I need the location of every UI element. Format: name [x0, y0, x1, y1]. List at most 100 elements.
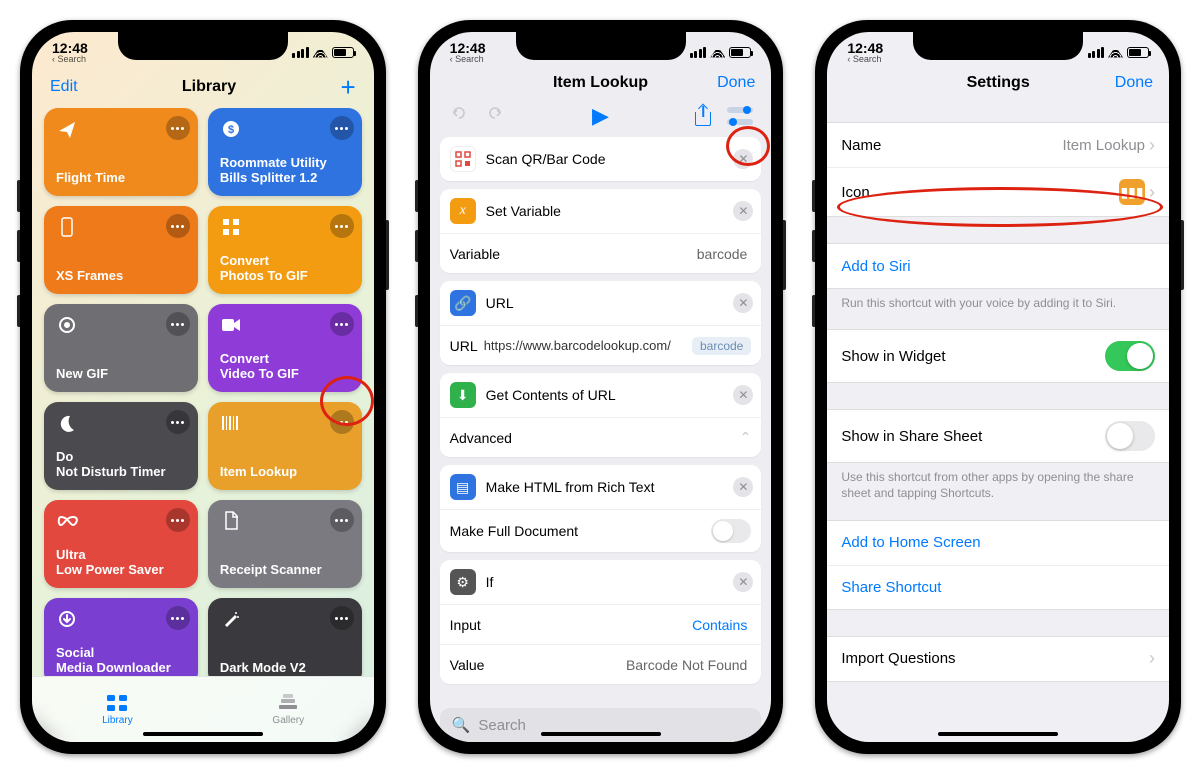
nav-bar: Settings Done	[827, 72, 1169, 98]
variable-value[interactable]: barcode	[697, 246, 752, 262]
row-add-siri[interactable]: Add to Siri	[827, 244, 1169, 288]
add-button[interactable]: +	[340, 74, 355, 100]
action-if[interactable]: ⚙ If ✕ Input Contains Value Barcode Not …	[440, 560, 762, 684]
url-variable-pill[interactable]: barcode	[692, 337, 751, 355]
url-value[interactable]: https://www.barcodelookup.com/	[484, 338, 686, 353]
row-import-questions[interactable]: Import Questions ›	[827, 637, 1169, 681]
gear-icon: ⚙	[450, 569, 476, 595]
tile-more-button[interactable]	[330, 312, 354, 336]
action-makehtml-label: Make HTML from Rich Text	[486, 479, 655, 495]
row-widget[interactable]: Show in Widget	[827, 330, 1169, 382]
shortcut-tile[interactable]: Receipt Scanner	[208, 500, 362, 588]
tile-more-button[interactable]	[166, 312, 190, 336]
action-get-contents[interactable]: ⬇ Get Contents of URL ✕ Advanced ⌃	[440, 373, 762, 457]
action-if-label: If	[486, 574, 494, 590]
tile-more-button[interactable]	[330, 508, 354, 532]
row-share-shortcut[interactable]: Share Shortcut	[827, 565, 1169, 609]
settings-group-share: Show in Share Sheet	[827, 409, 1169, 463]
shortcut-tile[interactable]: Convert Photos To GIF	[208, 206, 362, 294]
tile-more-button[interactable]	[330, 606, 354, 630]
shortcut-tile[interactable]: Convert Video To GIF	[208, 304, 362, 392]
airplane-icon	[56, 118, 78, 140]
tile-more-button[interactable]	[166, 410, 190, 434]
row-add-home[interactable]: Add to Home Screen	[827, 521, 1169, 565]
edit-button[interactable]: Edit	[50, 78, 78, 96]
undo-button[interactable]	[448, 102, 470, 129]
make-full-toggle[interactable]	[711, 519, 751, 543]
delete-action-button[interactable]: ✕	[733, 201, 753, 221]
status-back-hint[interactable]: Search	[52, 55, 88, 64]
tile-label: Roommate Utility Bills Splitter 1.2	[220, 155, 350, 186]
name-value: Item Lookup	[1062, 137, 1145, 154]
delete-action-button[interactable]: ✕	[733, 385, 753, 405]
siri-footer: Run this shortcut with your voice by add…	[827, 289, 1169, 329]
home-indicator[interactable]	[541, 732, 661, 736]
battery-icon	[1127, 47, 1149, 58]
search-input[interactable]: 🔍 Search	[440, 708, 762, 742]
action-set-variable[interactable]: x Set Variable ✕ Variable barcode	[440, 189, 762, 273]
home-indicator[interactable]	[143, 732, 263, 736]
done-button[interactable]: Done	[648, 74, 755, 92]
delete-action-button[interactable]: ✕	[733, 572, 753, 592]
redo-button[interactable]	[484, 102, 506, 129]
input-value[interactable]: Contains	[692, 617, 751, 633]
shortcut-tile[interactable]: Social Media Downloader	[44, 598, 198, 676]
advanced-label[interactable]: Advanced	[450, 430, 512, 446]
action-scan[interactable]: Scan QR/Bar Code ✕	[440, 137, 762, 181]
tile-more-button[interactable]	[330, 116, 354, 140]
row-name[interactable]: Name Item Lookup ›	[827, 123, 1169, 167]
action-setvar-label: Set Variable	[486, 203, 561, 219]
delete-action-button[interactable]: ✕	[733, 477, 753, 497]
value-value[interactable]: Barcode Not Found	[626, 657, 751, 673]
battery-icon	[332, 47, 354, 58]
shortcut-tile[interactable]: Do Not Disturb Timer	[44, 402, 198, 490]
input-key: Input	[450, 617, 481, 633]
row-icon[interactable]: Icon ▮▮▮ ›	[827, 167, 1169, 216]
makefull-label: Make Full Document	[450, 523, 578, 539]
variable-key: Variable	[450, 246, 500, 262]
delete-action-button[interactable]: ✕	[733, 293, 753, 313]
action-make-html[interactable]: ▤ Make HTML from Rich Text ✕ Make Full D…	[440, 465, 762, 552]
share-sheet-toggle[interactable]	[1105, 421, 1155, 451]
link-icon: 🔗	[450, 290, 476, 316]
widget-toggle[interactable]	[1105, 341, 1155, 371]
settings-toggle-button[interactable]	[727, 107, 753, 125]
shortcut-tile[interactable]: XS Frames	[44, 206, 198, 294]
done-button[interactable]: Done	[1030, 74, 1153, 92]
tile-more-button[interactable]	[166, 606, 190, 630]
run-button[interactable]: ▶	[592, 103, 609, 129]
tile-more-button[interactable]	[166, 116, 190, 140]
url-key: URL	[450, 338, 478, 354]
tile-more-button[interactable]	[330, 214, 354, 238]
status-time: 12:48	[450, 41, 486, 55]
tile-more-button[interactable]	[330, 410, 354, 434]
page-title: Library	[182, 78, 236, 96]
shortcut-tile[interactable]: Flight Time	[44, 108, 198, 196]
tile-more-button[interactable]	[166, 508, 190, 532]
tile-label: Receipt Scanner	[220, 562, 350, 578]
tile-label: Convert Photos To GIF	[220, 253, 350, 284]
shortcut-tile[interactable]: Ultra Low Power Saver	[44, 500, 198, 588]
tile-label: Ultra Low Power Saver	[56, 547, 186, 578]
dollar-icon: $	[220, 118, 242, 140]
shortcut-tile[interactable]: Item Lookup	[208, 402, 362, 490]
cellular-icon	[292, 47, 309, 58]
action-url[interactable]: 🔗 URL ✕ URL https://www.barcodelookup.co…	[440, 281, 762, 365]
editor-toolbar: ▶	[430, 98, 772, 137]
shortcut-tile[interactable]: New GIF	[44, 304, 198, 392]
shortcut-tile[interactable]: Dark Mode V2	[208, 598, 362, 676]
home-indicator[interactable]	[938, 732, 1058, 736]
status-back-hint[interactable]: Search	[450, 55, 486, 64]
status-time: 12:48	[847, 41, 883, 55]
status-back-hint[interactable]: Search	[847, 55, 883, 64]
action-scan-label: Scan QR/Bar Code	[486, 151, 606, 167]
page-title: Item Lookup	[553, 74, 648, 92]
page-title: Settings	[967, 74, 1030, 92]
tile-more-button[interactable]	[166, 214, 190, 238]
qr-icon	[450, 146, 476, 172]
nav-bar: Item Lookup Done	[430, 72, 772, 98]
delete-action-button[interactable]: ✕	[733, 149, 753, 169]
row-share-sheet[interactable]: Show in Share Sheet	[827, 410, 1169, 462]
share-button[interactable]	[695, 106, 711, 126]
shortcut-tile[interactable]: $ Roommate Utility Bills Splitter 1.2	[208, 108, 362, 196]
